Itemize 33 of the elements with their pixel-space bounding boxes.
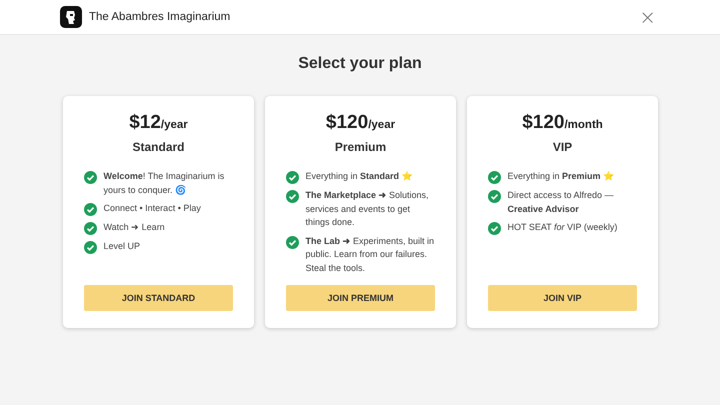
plan-name: Standard [131, 140, 186, 154]
feature-text: Everything in Standard ⭐ [306, 170, 413, 183]
feature-text: Connect • Interact • Play [104, 202, 201, 215]
feature-text: The Lab ➜ Experiments, built in public. Learn from our failures. Steal the tools. [306, 234, 436, 274]
plan-price: $120/year [324, 112, 396, 134]
brand-name: The Abambres Imaginarium [89, 11, 230, 23]
check-icon [488, 222, 500, 235]
check-icon [84, 222, 96, 235]
feature-text: The Marketplace ➜ Solutions, services and events to get things done. [306, 189, 430, 229]
plan-price: $12/year [128, 112, 189, 134]
plan-name: VIP [552, 140, 574, 154]
join-button[interactable]: JOIN VIP [488, 285, 637, 311]
plan-price: $120/month [521, 112, 604, 134]
feature-text: Everything in Premium ⭐ [508, 170, 614, 183]
join-button[interactable]: JOIN STANDARD [84, 285, 233, 311]
join-button[interactable]: JOIN PREMIUM [286, 285, 435, 311]
check-icon [286, 236, 298, 248]
feature-text: Level UP [104, 240, 140, 253]
feature-text: Watch ➜ Learn [104, 221, 165, 234]
check-icon [488, 190, 500, 203]
logo-icon [60, 6, 82, 28]
check-icon [488, 171, 500, 184]
check-icon [84, 203, 96, 216]
check-icon [84, 241, 96, 254]
check-icon [286, 171, 298, 184]
feature-text: Direct access to Alfredo — Creative Advisor [508, 189, 615, 216]
check-icon [286, 190, 298, 203]
page-title: Select your plan [298, 55, 422, 73]
feature-text: Welcome! The Imaginarium is yours to conquer. 🌀 [104, 170, 226, 197]
feature-text: HOT SEAT for VIP (weekly) [508, 221, 618, 234]
check-icon [84, 171, 96, 184]
plan-name: Premium [334, 140, 388, 154]
close-button[interactable]: × [635, 7, 660, 27]
